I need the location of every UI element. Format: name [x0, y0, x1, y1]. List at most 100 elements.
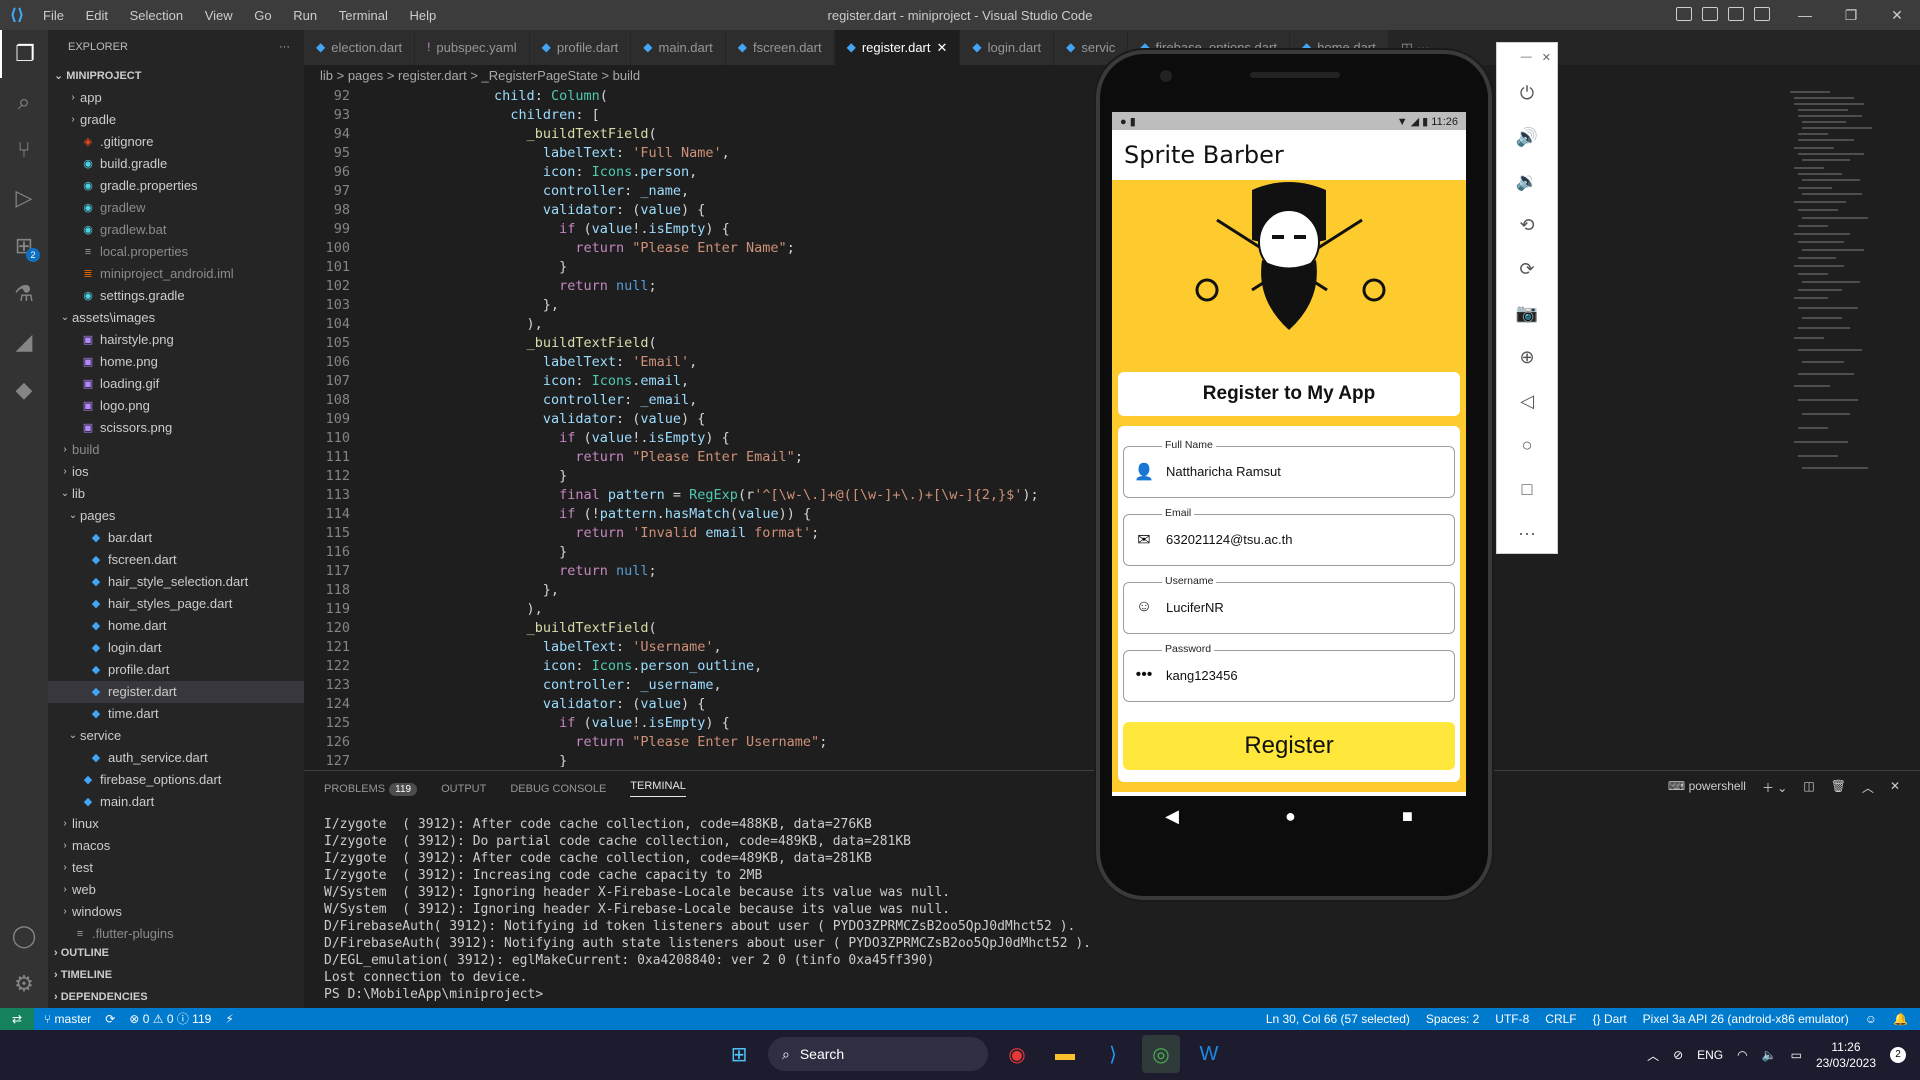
- notifications-icon[interactable]: 🔔: [1893, 1008, 1908, 1030]
- encoding[interactable]: UTF-8: [1495, 1008, 1529, 1030]
- editor-tab[interactable]: ◆ register.dart ✕: [834, 30, 961, 65]
- tree-file[interactable]: ▣ home.png: [48, 351, 304, 373]
- editor-tab[interactable]: ◆ main.dart: [631, 30, 726, 65]
- zoom-icon[interactable]: ⊕: [1497, 335, 1557, 379]
- tree-folder[interactable]: › macos: [48, 835, 304, 857]
- tree-folder[interactable]: › ios: [48, 461, 304, 483]
- rotate-right-icon[interactable]: ⟳: [1497, 247, 1557, 291]
- explorer-icon[interactable]: ❐: [0, 30, 48, 78]
- tree-folder[interactable]: › linux: [48, 813, 304, 835]
- search-icon[interactable]: ⌕: [0, 78, 48, 126]
- device-selector[interactable]: Pixel 3a API 26 (android-x86 emulator): [1643, 1008, 1849, 1030]
- tree-folder[interactable]: ⌄ pages: [48, 505, 304, 527]
- flutter-icon[interactable]: ◢: [0, 318, 48, 366]
- android-studio-icon[interactable]: ◎: [1142, 1035, 1180, 1073]
- vscode-taskbar-icon[interactable]: ⟩: [1094, 1035, 1132, 1073]
- new-terminal-icon[interactable]: ＋ ⌄: [1762, 779, 1787, 796]
- tree-file[interactable]: ◆ firebase_options.dart: [48, 769, 304, 791]
- settings-gear-icon[interactable]: ⚙: [0, 960, 48, 1008]
- tree-file[interactable]: ◆ home.dart: [48, 615, 304, 637]
- customize-layout-icon[interactable]: [1754, 7, 1770, 21]
- clock[interactable]: 11:26 23/03/2023: [1816, 1039, 1876, 1071]
- tree-folder[interactable]: ⌄ service: [48, 725, 304, 747]
- tree-file[interactable]: ◆ bar.dart: [48, 527, 304, 549]
- emulator-minimize-icon[interactable]: —: [1521, 51, 1532, 63]
- tree-file[interactable]: ≣ miniproject_android.iml: [48, 263, 304, 285]
- tree-folder[interactable]: ⌄ assets\images: [48, 307, 304, 329]
- tray-overflow-icon[interactable]: ︿: [1647, 1047, 1659, 1064]
- username-field[interactable]: Username ☺ LuciferNR: [1123, 575, 1455, 634]
- tree-file[interactable]: ◆ login.dart: [48, 637, 304, 659]
- close-window-button[interactable]: ✕: [1874, 0, 1920, 30]
- tree-file[interactable]: ◆ hair_styles_page.dart: [48, 593, 304, 615]
- tree-file[interactable]: ◉ settings.gradle: [48, 285, 304, 307]
- tree-file[interactable]: ◉ gradlew.bat: [48, 219, 304, 241]
- tab-debug-console[interactable]: DEBUG CONSOLE: [510, 783, 606, 795]
- full-name-field[interactable]: Full Name 👤 Nattharicha Ramsut: [1123, 439, 1455, 498]
- minimize-button[interactable]: —: [1782, 0, 1828, 30]
- nav-home-icon[interactable]: ●: [1285, 806, 1296, 827]
- wifi-icon[interactable]: ◠: [1737, 1048, 1747, 1062]
- outline-section[interactable]: › OUTLINE: [48, 942, 304, 964]
- toggle-secondary-sidebar-icon[interactable]: [1728, 7, 1744, 21]
- problems-indicator[interactable]: ⊗ 0 ⚠ 0 ⓘ 119: [129, 1008, 211, 1030]
- back-icon[interactable]: ◁: [1497, 379, 1557, 423]
- language-indicator[interactable]: ENG: [1697, 1048, 1723, 1062]
- menu-run[interactable]: Run: [293, 8, 317, 23]
- restore-button[interactable]: ❐: [1828, 0, 1874, 30]
- sync-icon[interactable]: ⟳: [105, 1008, 115, 1030]
- home-icon[interactable]: ○: [1497, 423, 1557, 467]
- tree-file[interactable]: ◆ time.dart: [48, 703, 304, 725]
- screenshot-icon[interactable]: 📷: [1497, 291, 1557, 335]
- language-mode[interactable]: {} Dart: [1593, 1008, 1627, 1030]
- menu-selection[interactable]: Selection: [130, 8, 183, 23]
- tree-file[interactable]: ▣ scissors.png: [48, 417, 304, 439]
- tree-file[interactable]: ◆ profile.dart: [48, 659, 304, 681]
- python-icon[interactable]: ◆: [0, 366, 48, 414]
- tree-folder[interactable]: › windows: [48, 901, 304, 923]
- word-icon[interactable]: W: [1190, 1035, 1228, 1073]
- volume-down-icon[interactable]: 🔉: [1497, 159, 1557, 203]
- tree-file[interactable]: ◉ gradle.properties: [48, 175, 304, 197]
- maximize-panel-icon[interactable]: ︿: [1862, 779, 1874, 796]
- minimap[interactable]: [1780, 87, 1900, 767]
- tree-file[interactable]: ◈ .gitignore: [48, 131, 304, 153]
- indentation[interactable]: Spaces: 2: [1426, 1008, 1479, 1030]
- editor-tab[interactable]: ◆ fscreen.dart: [725, 30, 835, 65]
- menu-edit[interactable]: Edit: [86, 8, 108, 23]
- tree-file[interactable]: ◆ main.dart: [48, 791, 304, 813]
- notification-badge[interactable]: 2: [1890, 1047, 1906, 1063]
- editor-tab[interactable]: ◆ profile.dart: [529, 30, 632, 65]
- speaker-icon[interactable]: 🔈: [1762, 1048, 1777, 1062]
- emulator-close-icon[interactable]: ✕: [1542, 51, 1551, 64]
- source-control-icon[interactable]: ⑂: [0, 126, 48, 174]
- power-icon[interactable]: ⏻: [1497, 71, 1557, 115]
- breadcrumb[interactable]: lib > pages > register.dart > _RegisterP…: [304, 65, 1104, 87]
- close-tab-icon[interactable]: ✕: [937, 30, 948, 65]
- timeline-section[interactable]: › TIMELINE: [48, 964, 304, 986]
- tree-file[interactable]: ▣ hairstyle.png: [48, 329, 304, 351]
- dependencies-section[interactable]: › DEPENDENCIES: [48, 986, 304, 1008]
- tree-file[interactable]: ◆ hair_style_selection.dart: [48, 571, 304, 593]
- register-button[interactable]: Register: [1123, 722, 1455, 770]
- close-panel-icon[interactable]: ✕: [1890, 779, 1900, 796]
- volume-up-icon[interactable]: 🔊: [1497, 115, 1557, 159]
- tree-file[interactable]: ◉ build.gradle: [48, 153, 304, 175]
- rotate-left-icon[interactable]: ⟲: [1497, 203, 1557, 247]
- more-actions-icon[interactable]: ···: [279, 30, 290, 65]
- editor-tab[interactable]: ◆ login.dart: [960, 30, 1055, 65]
- tree-folder[interactable]: › gradle: [48, 109, 304, 131]
- network-off-icon[interactable]: ⊘: [1673, 1048, 1683, 1062]
- more-icon[interactable]: ···: [1497, 511, 1557, 555]
- terminal-shell-icon[interactable]: ⌨ powershell: [1668, 779, 1746, 796]
- file-explorer-icon[interactable]: ▬: [1046, 1035, 1084, 1073]
- run-debug-icon[interactable]: ▷: [0, 174, 48, 222]
- nav-recents-icon[interactable]: ■: [1402, 806, 1413, 827]
- tab-terminal[interactable]: TERMINAL: [630, 780, 686, 797]
- testing-icon[interactable]: ⚗: [0, 270, 48, 318]
- battery-icon[interactable]: ▭: [1791, 1048, 1802, 1062]
- menu-file[interactable]: File: [43, 8, 64, 23]
- tree-file[interactable]: ▣ logo.png: [48, 395, 304, 417]
- split-terminal-icon[interactable]: ◫: [1803, 779, 1814, 796]
- cursor-position[interactable]: Ln 30, Col 66 (57 selected): [1266, 1008, 1410, 1030]
